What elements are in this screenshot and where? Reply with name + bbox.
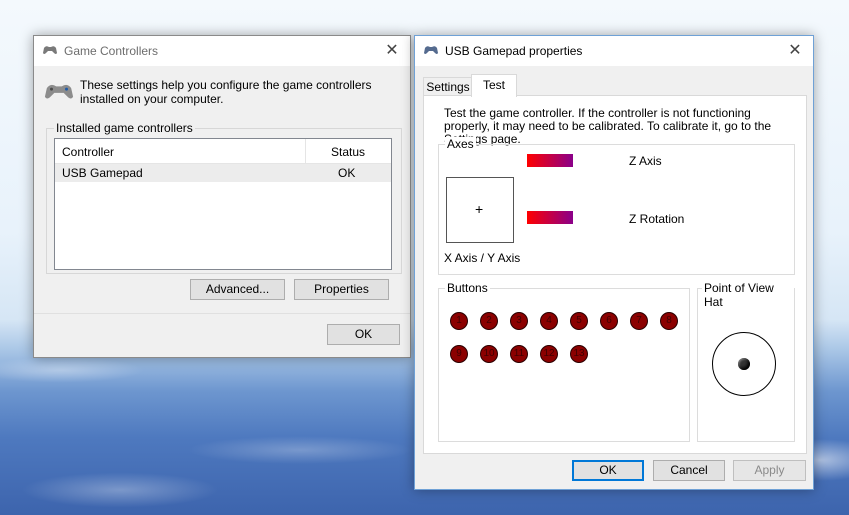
point-of-view-hat-group: Point of View Hat [697,281,795,442]
close-icon[interactable]: ✕ [382,41,402,61]
gamepad-large-icon [44,84,74,99]
list-header: Controller Status [55,139,391,164]
button-indicator-6: 6 [600,312,618,330]
instructions-text: Test the game controller. If the control… [444,106,772,146]
close-icon[interactable]: ✕ [785,41,805,61]
z-axis-bar [527,154,573,167]
advanced-button[interactable]: Advanced... [190,279,285,300]
description-text: These settings help you configure the ga… [80,78,372,106]
z-rotation-bar [527,211,573,224]
tab-test[interactable]: Test [471,74,517,97]
button-indicator-13: 13 [570,345,588,363]
footer-divider [34,313,410,314]
button-indicator-9: 9 [450,345,468,363]
button-indicator-4: 4 [540,312,558,330]
tab-label: Settings [426,80,470,94]
cancel-button[interactable]: Cancel [653,460,725,481]
window-title: Game Controllers [64,44,159,58]
xy-axis-label: X Axis / Y Axis [444,251,521,265]
pov-label: Point of View Hat [702,281,794,309]
crosshair-icon: + [475,201,484,217]
pov-center-dot [738,358,750,370]
button-indicator-11: 11 [510,345,528,363]
button-indicator-7: 7 [630,312,648,330]
z-rotation-label: Z Rotation [629,212,685,226]
buttons-label: Buttons [445,281,490,295]
button-indicator-5: 5 [570,312,588,330]
button-indicator-8: 8 [660,312,678,330]
test-tab-panel: Test the game controller. If the control… [423,95,807,454]
controller-status: OK [338,166,356,180]
button-indicator-1: 1 [450,312,468,330]
controller-name: USB Gamepad [62,166,143,180]
table-row[interactable]: USB Gamepad OK [55,164,391,182]
column-header-status[interactable]: Status [331,145,365,159]
xy-axis-box: + [446,177,514,243]
title-bar: Game Controllers ✕ [34,36,410,66]
window-title: USB Gamepad properties [445,44,583,58]
title-bar: USB Gamepad properties ✕ [415,36,813,66]
tab-settings[interactable]: Settings [423,77,473,96]
button-indicator-12: 12 [540,345,558,363]
button-indicator-3: 3 [510,312,528,330]
button-indicator-2: 2 [480,312,498,330]
ok-button[interactable]: OK [572,460,644,481]
gamepad-icon [424,46,438,54]
axes-group: Axes + X Axis / Y Axis Z Axis Z Rotation [438,137,795,275]
column-header-controller[interactable]: Controller [62,145,114,159]
column-divider [305,139,306,163]
axes-label: Axes [445,137,476,151]
pov-ring [712,332,776,396]
buttons-group: Buttons 1 2 3 4 5 6 7 8 9 10 11 12 13 [438,281,690,442]
button-indicator-10: 10 [480,345,498,363]
group-label: Installed game controllers [54,121,195,135]
usb-gamepad-properties-window: USB Gamepad properties ✕ Settings Test T… [414,35,814,490]
z-axis-label: Z Axis [629,154,662,168]
game-controllers-window: Game Controllers ✕ These settings help y… [33,35,411,358]
tab-label: Test [482,78,505,92]
gamepad-icon [43,46,57,54]
properties-button[interactable]: Properties [294,279,389,300]
controllers-list[interactable]: Controller Status USB Gamepad OK [54,138,392,270]
apply-button[interactable]: Apply [733,460,806,481]
ok-button[interactable]: OK [327,324,400,345]
